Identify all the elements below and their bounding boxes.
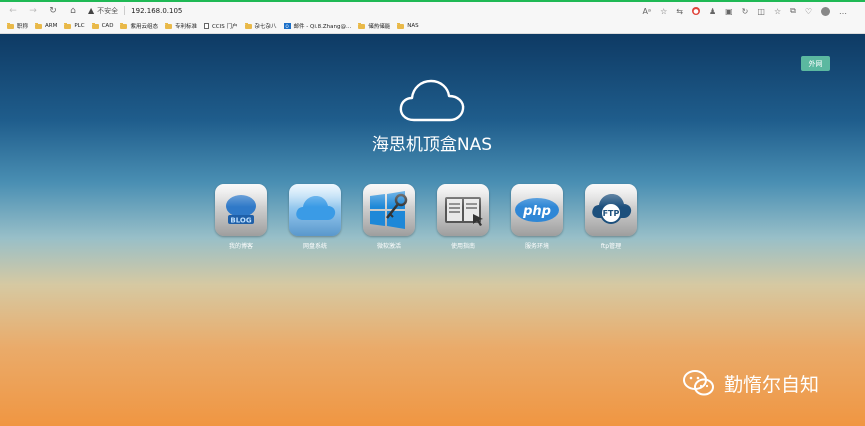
svg-text:BLOG: BLOG bbox=[230, 217, 251, 225]
folder-icon bbox=[164, 22, 172, 29]
url-field[interactable]: ▲ 不安全 192.168.0.105 bbox=[88, 4, 182, 18]
app-label: 我的博客 bbox=[228, 243, 253, 250]
app-tile[interactable]: BLOG bbox=[215, 184, 267, 236]
windows-key-icon bbox=[370, 191, 408, 229]
bookmark-item[interactable]: 紫用云组态 bbox=[120, 22, 158, 30]
app-tile[interactable]: FTP bbox=[585, 184, 637, 236]
blog-icon: BLOG bbox=[226, 195, 256, 225]
more-icon[interactable]: … bbox=[839, 7, 847, 16]
bookmark-item[interactable]: 储热储能 bbox=[358, 22, 390, 30]
extension-icon[interactable]: ● bbox=[691, 7, 700, 15]
app-cloud-drive[interactable]: 网盘系统 bbox=[289, 184, 341, 250]
outlook-icon: O bbox=[283, 23, 291, 29]
watermark: 勤惰尔自知 bbox=[682, 369, 819, 397]
refresh-extension-icon[interactable]: ↻ bbox=[742, 7, 749, 16]
app-label: 使用指南 bbox=[450, 243, 475, 250]
app-tile[interactable] bbox=[437, 184, 489, 236]
translate-icon[interactable]: ⇆ bbox=[676, 7, 683, 16]
bookmark-item[interactable]: 杂七杂八 bbox=[244, 22, 277, 30]
external-network-button[interactable]: 外网 bbox=[801, 56, 830, 71]
favorite-star-icon[interactable]: ☆ bbox=[660, 7, 667, 16]
bookmark-item[interactable]: O 邮件 - Qi.8.Zhang@... bbox=[283, 22, 351, 30]
bookmarks-bar: 职称 ARM PLC CAD 紫用云组态 专利标准 CCIS 门户 杂七杂八 O… bbox=[0, 19, 865, 34]
wechat-icon bbox=[683, 370, 714, 396]
svg-text:FTP: FTP bbox=[603, 209, 620, 218]
guide-book-icon bbox=[445, 197, 483, 226]
app-ftp[interactable]: FTP ftp管理 bbox=[585, 184, 637, 250]
heart-icon[interactable]: ♡ bbox=[805, 7, 812, 16]
app-grid: BLOG 我的博客 网盘系统 微软激活 使用指南 php 服务环境 FTP ft… bbox=[215, 184, 645, 254]
folder-icon bbox=[244, 22, 252, 29]
app-windows-activation[interactable]: 微软激活 bbox=[363, 184, 415, 250]
security-label: 不安全 bbox=[97, 6, 119, 15]
bookmark-item[interactable]: PLC bbox=[64, 22, 85, 29]
app-label: 网盘系统 bbox=[302, 243, 327, 250]
app-label: ftp管理 bbox=[600, 243, 622, 250]
folder-icon bbox=[35, 22, 43, 29]
cloud-icon bbox=[399, 79, 465, 122]
folder-icon bbox=[64, 22, 72, 29]
bookmark-item[interactable]: CAD bbox=[91, 22, 113, 29]
favorites-icon[interactable]: ☆ bbox=[774, 7, 781, 16]
folder-icon bbox=[358, 22, 366, 29]
app-blog[interactable]: BLOG 我的博客 bbox=[215, 184, 267, 250]
url-text: 192.168.0.105 bbox=[131, 6, 183, 15]
home-icon[interactable]: ⌂ bbox=[66, 4, 80, 18]
bookmark-item[interactable]: CCIS 门户 bbox=[203, 22, 238, 30]
refresh-icon[interactable]: ↻ bbox=[46, 4, 60, 18]
address-bar: ← → ↻ ⌂ ▲ 不安全 192.168.0.105 Aᵃ ☆ ⇆ ● ♟ ▣… bbox=[0, 2, 865, 19]
avatar[interactable] bbox=[821, 6, 830, 16]
php-icon: php bbox=[515, 198, 559, 222]
watermark-text: 勤惰尔自知 bbox=[724, 373, 820, 396]
bookmark-item[interactable]: 专利标准 bbox=[164, 22, 197, 30]
app-label: 服务环境 bbox=[524, 243, 549, 250]
page-title: 海思机顶盒NAS bbox=[371, 135, 493, 155]
bookmark-item[interactable]: ARM bbox=[35, 22, 57, 29]
app-label: 微软激活 bbox=[376, 243, 401, 250]
profile-extension-icon[interactable]: ♟ bbox=[709, 7, 716, 16]
app-guide[interactable]: 使用指南 bbox=[437, 184, 489, 250]
nas-homepage: 外网 海思机顶盒NAS BLOG 我的博客 网盘系统 微软激活 使用指南 php… bbox=[0, 34, 865, 426]
folder-icon bbox=[120, 22, 128, 29]
folder-icon bbox=[91, 22, 99, 29]
back-icon[interactable]: ← bbox=[6, 4, 20, 18]
tab-icon[interactable]: ▣ bbox=[725, 7, 733, 16]
document-icon bbox=[203, 23, 209, 29]
bookmark-item[interactable]: NAS bbox=[397, 22, 419, 29]
app-tile[interactable] bbox=[363, 184, 415, 236]
warning-icon: ▲ bbox=[88, 6, 95, 15]
cloud-drive-icon bbox=[296, 196, 336, 220]
app-tile[interactable]: php bbox=[511, 184, 563, 236]
svg-text:php: php bbox=[522, 204, 551, 219]
read-aloud-icon[interactable]: Aᵃ bbox=[642, 7, 651, 16]
collections-icon[interactable]: ⧉ bbox=[790, 6, 796, 16]
bookmark-item[interactable]: 职称 bbox=[7, 22, 28, 30]
divider bbox=[124, 6, 126, 15]
folder-icon bbox=[397, 22, 405, 29]
app-php-environment[interactable]: php 服务环境 bbox=[511, 184, 563, 250]
forward-icon[interactable]: → bbox=[26, 4, 40, 18]
split-screen-icon[interactable]: ◫ bbox=[757, 7, 765, 16]
toolbar-icons: Aᵃ ☆ ⇆ ● ♟ ▣ ↻ ◫ ☆ ⧉ ♡ … bbox=[642, 4, 847, 18]
folder-icon bbox=[7, 22, 14, 29]
ftp-icon: FTP bbox=[592, 194, 632, 224]
app-tile[interactable] bbox=[289, 184, 341, 236]
